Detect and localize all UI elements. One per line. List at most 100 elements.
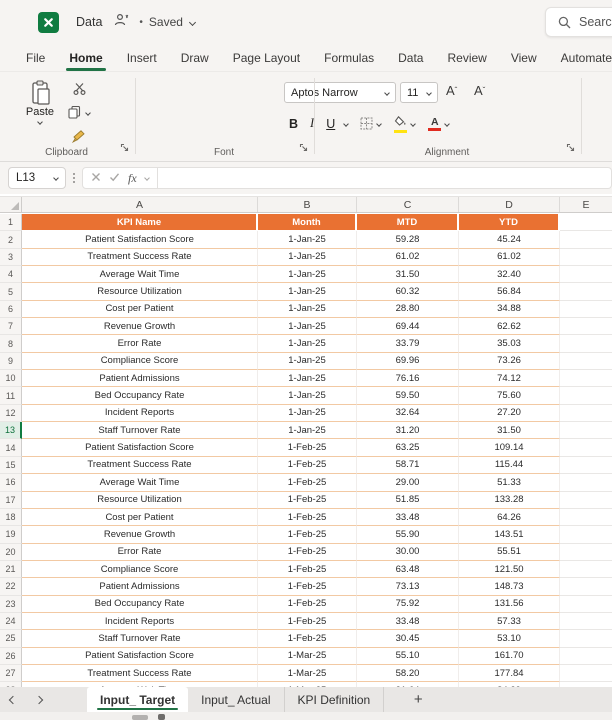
sheet-tab[interactable]: Input_ Actual bbox=[188, 687, 285, 712]
document-title[interactable]: Data bbox=[76, 15, 102, 29]
ribbon-tab[interactable]: Automate bbox=[549, 44, 612, 71]
cell-mtd[interactable]: 76.16 bbox=[357, 370, 459, 388]
cell-empty[interactable] bbox=[560, 578, 612, 596]
cell-mtd[interactable]: 28.80 bbox=[357, 300, 459, 319]
cell-kpi-name[interactable]: Resource Utilization bbox=[22, 491, 258, 509]
cell-mtd[interactable]: 63.25 bbox=[357, 439, 459, 457]
cell-ytd[interactable]: 55.51 bbox=[459, 543, 560, 561]
row-header[interactable]: 21 bbox=[0, 560, 22, 579]
cell-empty[interactable] bbox=[560, 457, 612, 475]
cell-empty[interactable] bbox=[560, 422, 612, 440]
column-header-b[interactable]: B bbox=[258, 197, 357, 212]
cell-ytd[interactable]: 34.88 bbox=[459, 300, 560, 319]
row-header[interactable]: 10 bbox=[0, 370, 22, 388]
cell-kpi-name[interactable]: Average Wait Time bbox=[22, 266, 258, 284]
cell-kpi-name[interactable]: Patient Satisfaction Score bbox=[22, 647, 258, 665]
cell-empty[interactable] bbox=[560, 283, 612, 301]
cell-month[interactable]: 1-Feb-25 bbox=[258, 612, 357, 631]
ribbon-tab[interactable]: Page Layout bbox=[221, 44, 312, 71]
header-cell-kpi-name[interactable]: KPI Name bbox=[22, 214, 258, 232]
cell-month[interactable]: 1-Jan-25 bbox=[258, 300, 357, 319]
next-sheet-button[interactable] bbox=[26, 687, 52, 712]
cell-ytd[interactable]: 121.50 bbox=[459, 560, 560, 579]
cell-empty[interactable] bbox=[560, 266, 612, 284]
cell-ytd[interactable]: 73.26 bbox=[459, 352, 560, 371]
column-header-c[interactable]: C bbox=[357, 197, 459, 212]
cell-empty[interactable] bbox=[560, 249, 612, 267]
cell-mtd[interactable]: 58.71 bbox=[357, 456, 459, 475]
cell-empty[interactable] bbox=[560, 214, 612, 232]
cell-kpi-name[interactable]: Compliance Score bbox=[22, 352, 258, 371]
cell-mtd[interactable]: 30.45 bbox=[357, 630, 459, 648]
cell-kpi-name[interactable]: Incident Reports bbox=[22, 612, 258, 631]
cell-month[interactable]: 1-Jan-25 bbox=[258, 352, 357, 371]
row-header[interactable]: 25 bbox=[0, 630, 22, 648]
copy-button[interactable] bbox=[66, 104, 92, 121]
row-header[interactable]: 4 bbox=[0, 266, 22, 284]
cell-empty[interactable] bbox=[560, 509, 612, 527]
font-dialog-launcher[interactable] bbox=[299, 139, 308, 157]
more-options-icon[interactable] bbox=[73, 173, 75, 183]
column-header-e[interactable]: E bbox=[560, 197, 612, 212]
paste-button[interactable]: Paste bbox=[18, 80, 62, 146]
cell-empty[interactable] bbox=[560, 561, 612, 579]
row-header[interactable]: 20 bbox=[0, 543, 22, 561]
cell-month[interactable]: 1-Feb-25 bbox=[258, 543, 357, 561]
header-cell-ytd[interactable]: YTD bbox=[459, 214, 560, 232]
prev-sheet-button[interactable] bbox=[0, 687, 26, 712]
ribbon-tab[interactable]: Data bbox=[386, 44, 435, 71]
people-icon[interactable] bbox=[114, 13, 129, 31]
cell-kpi-name[interactable]: Patient Satisfaction Score bbox=[22, 439, 258, 457]
row-header[interactable]: 16 bbox=[0, 474, 22, 492]
row-header[interactable]: 23 bbox=[0, 595, 22, 613]
cell-kpi-name[interactable]: Bed Occupancy Rate bbox=[22, 595, 258, 613]
cell-mtd[interactable]: 63.48 bbox=[357, 560, 459, 579]
insert-function-button[interactable]: fx bbox=[128, 171, 137, 186]
row-header[interactable]: 18 bbox=[0, 508, 22, 527]
cell-mtd[interactable]: 69.96 bbox=[357, 352, 459, 371]
bold-button[interactable]: B bbox=[286, 117, 301, 131]
cell-kpi-name[interactable]: Cost per Patient bbox=[22, 508, 258, 527]
cell-mtd[interactable]: 59.28 bbox=[357, 231, 459, 249]
select-all-corner[interactable] bbox=[0, 197, 22, 212]
cell-empty[interactable] bbox=[560, 231, 612, 249]
cell-month[interactable]: 1-Jan-25 bbox=[258, 283, 357, 301]
cell-month[interactable]: 1-Feb-25 bbox=[258, 595, 357, 613]
row-header[interactable]: 26 bbox=[0, 647, 22, 665]
row-header[interactable]: 11 bbox=[0, 387, 22, 405]
add-sheet-button[interactable]: + bbox=[396, 687, 440, 712]
cell-kpi-name[interactable]: Average Wait Time bbox=[22, 474, 258, 492]
cell-month[interactable]: 1-Jan-25 bbox=[258, 266, 357, 284]
cell-empty[interactable] bbox=[560, 439, 612, 457]
name-box[interactable]: L13 bbox=[8, 167, 66, 189]
cell-ytd[interactable]: 131.56 bbox=[459, 595, 560, 613]
row-header[interactable]: 15 bbox=[0, 456, 22, 475]
row-header[interactable]: 7 bbox=[0, 318, 22, 336]
cell-kpi-name[interactable]: Bed Occupancy Rate bbox=[22, 387, 258, 405]
cell-ytd[interactable]: 56.84 bbox=[459, 283, 560, 301]
row-header[interactable]: 12 bbox=[0, 404, 22, 423]
cell-month[interactable]: 1-Feb-25 bbox=[258, 630, 357, 648]
cell-kpi-name[interactable]: Treatment Success Rate bbox=[22, 248, 258, 267]
row-header[interactable]: 6 bbox=[0, 300, 22, 319]
row-header[interactable]: 17 bbox=[0, 491, 22, 509]
cell-empty[interactable] bbox=[560, 474, 612, 492]
cell-kpi-name[interactable]: Patient Satisfaction Score bbox=[22, 231, 258, 249]
cell-ytd[interactable]: 61.02 bbox=[459, 248, 560, 267]
cell-mtd[interactable]: 58.20 bbox=[357, 664, 459, 683]
autosave-status[interactable]: • Saved bbox=[139, 15, 196, 29]
cell-mtd[interactable]: 33.79 bbox=[357, 335, 459, 353]
cell-month[interactable]: 1-Mar-25 bbox=[258, 647, 357, 665]
cell-kpi-name[interactable]: Error Rate bbox=[22, 543, 258, 561]
cell-month[interactable]: 1-Jan-25 bbox=[258, 387, 357, 405]
cancel-entry-icon[interactable] bbox=[91, 169, 101, 187]
cell-month[interactable]: 1-Jan-25 bbox=[258, 404, 357, 423]
row-header[interactable]: 19 bbox=[0, 526, 22, 544]
cell-month[interactable]: 1-Jan-25 bbox=[258, 370, 357, 388]
cell-mtd[interactable]: 75.92 bbox=[357, 595, 459, 613]
cell-mtd[interactable]: 55.90 bbox=[357, 526, 459, 544]
cell-ytd[interactable]: 31.50 bbox=[459, 422, 560, 440]
cell-empty[interactable] bbox=[560, 405, 612, 423]
cell-kpi-name[interactable]: Incident Reports bbox=[22, 404, 258, 423]
formula-input[interactable] bbox=[157, 167, 612, 189]
